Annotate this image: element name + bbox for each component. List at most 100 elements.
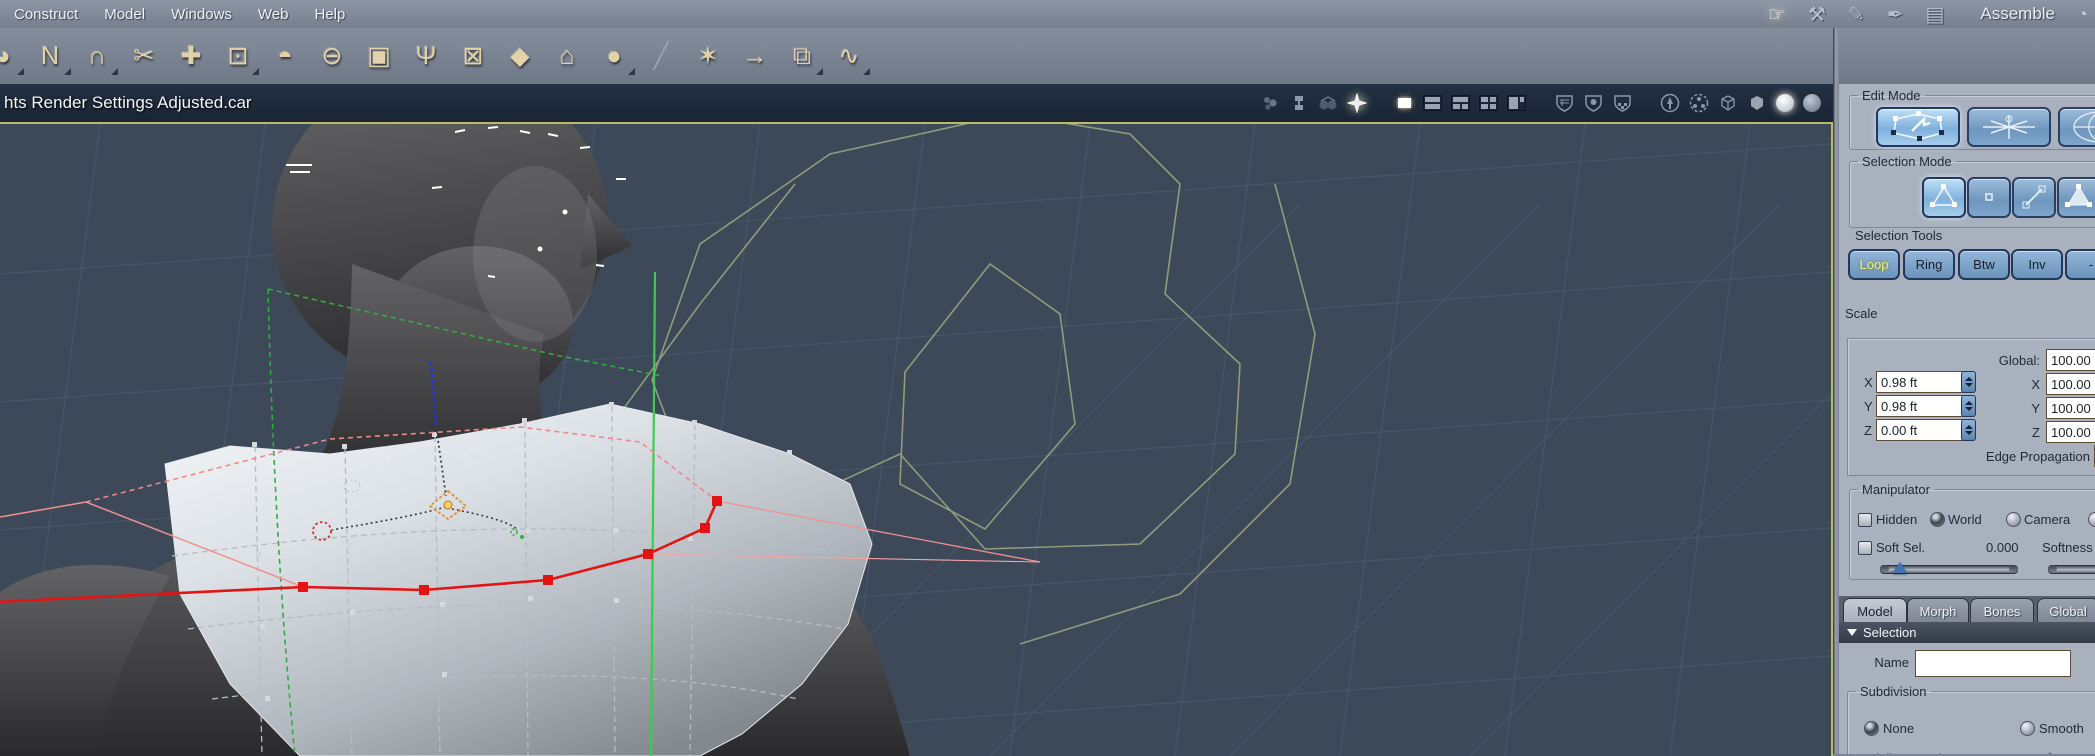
- camera-group-icon[interactable]: [1318, 93, 1338, 113]
- rotate-sphere-icon[interactable]: [1689, 93, 1709, 113]
- storyboard-pencil-icon[interactable]: ✎: [1848, 2, 1865, 27]
- polyline-tool[interactable]: N: [35, 42, 71, 75]
- ring-button[interactable]: Ring: [1903, 249, 1955, 280]
- glass-tool[interactable]: Ψ: [411, 42, 441, 71]
- global-z-label: Z: [2032, 425, 2040, 440]
- minus-button[interactable]: -: [2065, 249, 2095, 280]
- layout-three-icon[interactable]: [1451, 95, 1470, 111]
- vest-mesh[interactable]: [164, 402, 873, 756]
- link-tool[interactable]: ⧉: [787, 42, 823, 75]
- camera-label: Camera: [2024, 512, 2071, 527]
- menu-model[interactable]: Model: [104, 6, 145, 23]
- scale-group: Global: 100.00 X 100.00 Y 100.00 Z 100.0…: [1847, 338, 2095, 476]
- extrude-tool[interactable]: →: [740, 42, 770, 71]
- select-point-button[interactable]: [1967, 177, 2011, 218]
- selection-mode-group: Selection Mode: [1849, 154, 2095, 228]
- edit-mode-group: Edit Mode: [1849, 88, 2095, 150]
- layout-four-icon[interactable]: [1479, 95, 1498, 111]
- dome-tool[interactable]: ◓: [270, 42, 300, 71]
- edit-mode-sphere-button[interactable]: [2058, 107, 2095, 147]
- marquee-pen-tool[interactable]: ⊡: [223, 41, 259, 75]
- unwrap-tool[interactable]: ⌂: [552, 42, 582, 71]
- menu-web[interactable]: Web: [258, 6, 289, 23]
- knife-tool[interactable]: ╱: [646, 41, 676, 71]
- room-switcher: ☞ ⚒ ✎ ✒ ▤ Assemble ◔: [1768, 0, 2087, 28]
- scale-z-stepper[interactable]: [1961, 419, 1976, 441]
- assemble-hand-icon[interactable]: ☞: [1768, 2, 1786, 27]
- global-x-field[interactable]: 100.00: [2046, 373, 2095, 395]
- room-partial-icon[interactable]: ◔: [2077, 4, 2087, 25]
- tab-morph[interactable]: Morph: [1907, 598, 1969, 623]
- extra-radio[interactable]: [2088, 512, 2095, 527]
- extrude-face-tool[interactable]: ▣: [364, 41, 394, 71]
- subdivision-none-radio[interactable]: [1864, 721, 1879, 736]
- room-name-label: Assemble: [1980, 4, 2055, 23]
- cube-tool[interactable]: ◆: [505, 41, 535, 71]
- model-wrench-icon[interactable]: ⚒: [1808, 2, 1826, 27]
- global-y-label: Y: [2031, 401, 2040, 416]
- point-cloud-icon[interactable]: [1260, 93, 1280, 113]
- add-point-tool[interactable]: ✚: [176, 41, 206, 71]
- scissors-tool[interactable]: ✂: [129, 41, 159, 71]
- face-highlight: [473, 166, 597, 342]
- render-film-icon[interactable]: ▤: [1925, 2, 1944, 27]
- lathe-tool[interactable]: ⊖: [317, 41, 347, 71]
- shield-wire-icon[interactable]: [1554, 93, 1574, 113]
- scale-y-field[interactable]: 0.98 ft: [1876, 395, 1966, 417]
- hierarchy-icon[interactable]: [1289, 93, 1309, 113]
- shield-flat-icon[interactable]: [1583, 93, 1603, 113]
- edit-mode-vertex-button[interactable]: [1876, 107, 1960, 147]
- soft-selection-slider[interactable]: [1880, 562, 2018, 574]
- hidden-checkbox[interactable]: [1858, 513, 1872, 527]
- camera-radio[interactable]: [2006, 512, 2021, 527]
- between-button[interactable]: Btw: [1958, 249, 2010, 280]
- scale-x-field[interactable]: 0.98 ft: [1876, 371, 1966, 393]
- menu-construct[interactable]: Construct: [14, 6, 78, 23]
- tab-bones[interactable]: Bones: [1970, 598, 2034, 623]
- select-edge-button[interactable]: [2012, 177, 2056, 218]
- tab-model[interactable]: Model: [1843, 598, 1907, 623]
- global-z-field[interactable]: 100.00: [2046, 421, 2095, 443]
- wire-cube-icon[interactable]: [1718, 93, 1738, 113]
- scale-y-stepper[interactable]: [1961, 395, 1976, 417]
- sphere-primitive-tool[interactable]: ●: [599, 42, 635, 75]
- solid-cube-icon[interactable]: [1747, 93, 1767, 113]
- subdivision-smooth-label: Smooth: [2039, 721, 2084, 736]
- 3d-viewport[interactable]: [0, 122, 1833, 756]
- scale-y-label: Y: [1864, 399, 1873, 414]
- softness-slider[interactable]: [2048, 565, 2095, 574]
- textured-sphere-icon[interactable]: [1803, 94, 1821, 112]
- magnet-tool[interactable]: ∩: [82, 42, 118, 75]
- subdivision-smooth-radio[interactable]: [2020, 721, 2035, 736]
- delete-tool[interactable]: ⊠: [458, 41, 488, 71]
- world-radio[interactable]: [1930, 512, 1945, 527]
- scale-z-field[interactable]: 0.00 ft: [1876, 419, 1966, 441]
- menu-bar: Construct Model Windows Web Help ☞ ⚒ ✎ ✒…: [0, 0, 2095, 29]
- edit-mode-skeleton-button[interactable]: [1967, 107, 2051, 147]
- selection-section-header[interactable]: Selection: [1839, 622, 2095, 643]
- menu-windows[interactable]: Windows: [171, 6, 232, 23]
- soft-selection-checkbox[interactable]: [1858, 541, 1872, 555]
- bend-tool[interactable]: ∿: [834, 41, 870, 75]
- spike-tool[interactable]: ✶: [693, 41, 723, 71]
- subdivision-none-label: None: [1883, 721, 1915, 736]
- invert-button[interactable]: Inv: [2011, 249, 2063, 280]
- select-face-button[interactable]: [2057, 177, 2095, 218]
- arrow-sphere-icon[interactable]: [1660, 93, 1680, 113]
- texture-pen-icon[interactable]: ✒: [1887, 2, 1904, 27]
- sphere-tool[interactable]: ◕: [0, 42, 24, 75]
- scale-x-stepper[interactable]: [1961, 371, 1976, 393]
- layout-l-icon[interactable]: [1507, 95, 1526, 111]
- smooth-sphere-icon[interactable]: [1776, 94, 1794, 112]
- select-vertex-button[interactable]: [1922, 177, 1966, 218]
- global-y-field[interactable]: 100.00: [2046, 397, 2095, 419]
- compass-icon[interactable]: [1347, 93, 1367, 113]
- layout-split-icon[interactable]: [1423, 95, 1442, 111]
- tab-global[interactable]: Global: [2037, 598, 2095, 623]
- global-scale-field[interactable]: 100.00: [2046, 349, 2095, 371]
- loop-button[interactable]: Loop: [1848, 249, 1900, 280]
- name-input[interactable]: [1915, 650, 2071, 677]
- layout-single-icon[interactable]: [1395, 95, 1414, 111]
- shield-textured-icon[interactable]: [1612, 93, 1632, 113]
- menu-help[interactable]: Help: [315, 6, 346, 23]
